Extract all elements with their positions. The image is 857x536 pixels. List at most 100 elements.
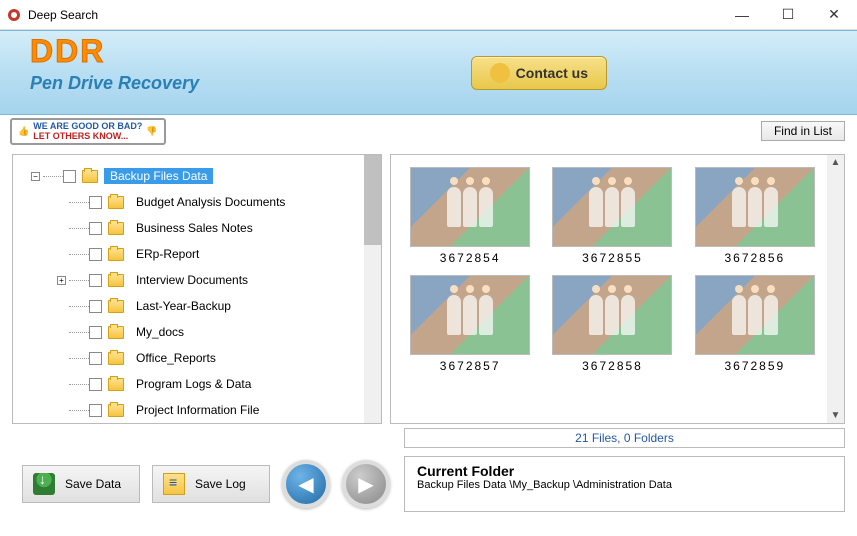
find-in-list-button[interactable]: Find in List xyxy=(761,121,845,141)
folder-icon xyxy=(108,326,124,339)
tree-item-label: Project Information File xyxy=(130,402,265,418)
tree-item[interactable]: Program Logs & Data xyxy=(89,371,381,397)
contact-us-button[interactable]: Contact us xyxy=(471,56,607,90)
save-data-label: Save Data xyxy=(65,477,121,491)
tree-item[interactable]: Project Information File xyxy=(89,397,381,423)
logo-text: DDR xyxy=(30,31,857,67)
app-icon xyxy=(6,7,22,23)
folder-icon xyxy=(82,170,98,183)
thumbnail-image xyxy=(410,275,530,355)
window-title: Deep Search xyxy=(28,8,719,22)
contact-label: Contact us xyxy=(516,65,588,81)
tree-item-label: Budget Analysis Documents xyxy=(130,194,291,210)
tree-item-label: ERp-Report xyxy=(130,246,205,262)
tree-item[interactable]: Business Sales Notes xyxy=(89,215,381,241)
thumbnail-filename: 3672856 xyxy=(694,251,816,265)
save-log-label: Save Log xyxy=(195,477,246,491)
current-folder-path: Backup Files Data \My_Backup \Administra… xyxy=(417,479,832,491)
tree-item-label: Last-Year-Backup xyxy=(130,298,237,314)
tree-checkbox[interactable] xyxy=(63,170,76,183)
thumbnail-item[interactable]: 3672854 xyxy=(409,167,531,265)
feedback-line2: LET OTHERS KNOW... xyxy=(33,132,142,142)
thumbnail-scrollbar[interactable]: ▲ ▼ xyxy=(827,155,844,423)
status-bar: 21 Files, 0 Folders xyxy=(404,428,845,448)
window-titlebar: Deep Search — ☐ ✕ xyxy=(0,0,857,30)
app-header: DDR Pen Drive Recovery Contact us xyxy=(0,30,857,115)
tree-checkbox[interactable] xyxy=(89,378,102,391)
folder-tree-panel: − Backup Files Data Budget Analysis Docu… xyxy=(12,154,382,424)
thumbs-up-icon: 👍 xyxy=(18,127,29,137)
tree-item-label: Interview Documents xyxy=(130,272,254,288)
thumbnail-item[interactable]: 3672855 xyxy=(551,167,673,265)
thumbnail-filename: 3672854 xyxy=(409,251,531,265)
thumbnail-grid: 3672854 3672855 3672856 3672857 3672858 … xyxy=(391,155,844,385)
thumbnail-item[interactable]: 3672856 xyxy=(694,167,816,265)
thumbnail-filename: 3672859 xyxy=(694,359,816,373)
thumbnail-image xyxy=(552,167,672,247)
thumbnail-image xyxy=(695,275,815,355)
tree-item[interactable]: My_docs xyxy=(89,319,381,345)
folder-icon xyxy=(108,378,124,391)
folder-icon xyxy=(108,196,124,209)
feedback-banner[interactable]: 👍 WE ARE GOOD OR BAD? LET OTHERS KNOW...… xyxy=(10,118,166,146)
thumbnail-item[interactable]: 3672858 xyxy=(551,275,673,373)
folder-icon xyxy=(108,404,124,417)
tree-checkbox[interactable] xyxy=(89,404,102,417)
nav-next-button[interactable]: ▶ xyxy=(342,460,390,508)
contact-icon xyxy=(490,63,510,83)
main-content: − Backup Files Data Budget Analysis Docu… xyxy=(0,148,857,424)
folder-icon xyxy=(108,352,124,365)
toolbar: 👍 WE ARE GOOD OR BAD? LET OTHERS KNOW...… xyxy=(0,115,857,148)
minimize-button[interactable]: — xyxy=(719,0,765,30)
tree-checkbox[interactable] xyxy=(89,352,102,365)
tree-item[interactable]: − Backup Files Data xyxy=(63,163,381,189)
tree-item-label: Program Logs & Data xyxy=(130,376,257,392)
current-folder-title: Current Folder xyxy=(417,463,832,479)
thumbnail-filename: 3672858 xyxy=(551,359,673,373)
current-folder-panel: Current Folder Backup Files Data \My_Bac… xyxy=(404,456,845,512)
tree-item[interactable]: ERp-Report xyxy=(89,241,381,267)
folder-icon xyxy=(108,300,124,313)
thumbnail-filename: 3672855 xyxy=(551,251,673,265)
tree-item[interactable]: Office_Reports xyxy=(89,345,381,371)
thumbnail-item[interactable]: 3672857 xyxy=(409,275,531,373)
save-data-button[interactable]: Save Data xyxy=(22,465,140,503)
thumbs-down-icon: 👎 xyxy=(146,127,157,137)
scroll-up-icon[interactable]: ▲ xyxy=(831,157,841,168)
app-subtitle: Pen Drive Recovery xyxy=(30,73,857,94)
scroll-down-icon[interactable]: ▼ xyxy=(831,410,841,421)
folder-icon xyxy=(108,274,124,287)
tree-checkbox[interactable] xyxy=(89,196,102,209)
thumbnail-image xyxy=(695,167,815,247)
tree-checkbox[interactable] xyxy=(89,248,102,261)
folder-tree[interactable]: − Backup Files Data Budget Analysis Docu… xyxy=(13,155,381,424)
folder-icon xyxy=(108,222,124,235)
tree-scrollbar[interactable] xyxy=(364,155,381,423)
save-log-button[interactable]: Save Log xyxy=(152,465,270,503)
tree-expander-icon[interactable]: + xyxy=(57,276,66,285)
save-log-icon xyxy=(163,473,185,495)
tree-checkbox[interactable] xyxy=(89,274,102,287)
tree-item[interactable]: Budget Analysis Documents xyxy=(89,189,381,215)
bottom-toolbar: Save Data Save Log ◀ ▶ xyxy=(22,460,390,508)
tree-item-label: Business Sales Notes xyxy=(130,220,259,236)
tree-item-label: My_docs xyxy=(130,324,190,340)
tree-checkbox[interactable] xyxy=(89,300,102,313)
maximize-button[interactable]: ☐ xyxy=(765,0,811,30)
tree-item-label: Office_Reports xyxy=(130,350,222,366)
thumbnail-image xyxy=(410,167,530,247)
thumbnail-panel: 3672854 3672855 3672856 3672857 3672858 … xyxy=(390,154,845,424)
folder-icon xyxy=(108,248,124,261)
nav-prev-button[interactable]: ◀ xyxy=(282,460,330,508)
thumbnail-filename: 3672857 xyxy=(409,359,531,373)
tree-item[interactable]: Last-Year-Backup xyxy=(89,293,381,319)
tree-checkbox[interactable] xyxy=(89,222,102,235)
thumbnail-image xyxy=(552,275,672,355)
thumbnail-item[interactable]: 3672859 xyxy=(694,275,816,373)
tree-checkbox[interactable] xyxy=(89,326,102,339)
save-data-icon xyxy=(33,473,55,495)
tree-item-label: Backup Files Data xyxy=(104,168,213,184)
tree-expander-icon[interactable]: − xyxy=(31,172,40,181)
close-button[interactable]: ✕ xyxy=(811,0,857,30)
tree-item[interactable]: + Interview Documents xyxy=(89,267,381,293)
